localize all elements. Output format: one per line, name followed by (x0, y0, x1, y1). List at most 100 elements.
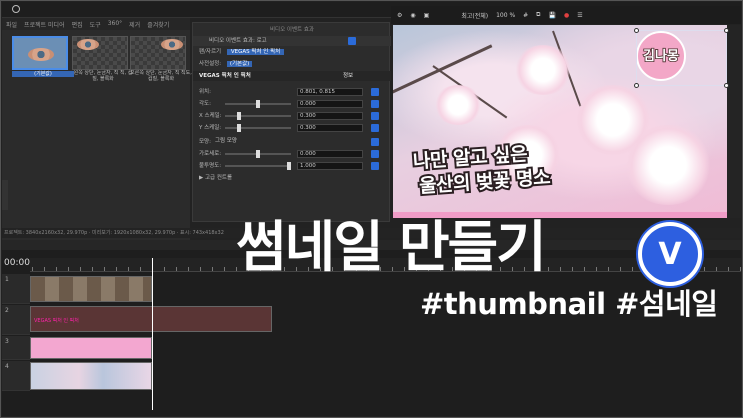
fx-toggle-icon[interactable] (348, 37, 356, 45)
save-icon[interactable]: 💾 (548, 12, 555, 19)
track-header[interactable]: 4 (2, 361, 30, 391)
timeline-clip-pip[interactable]: VEGAS 픽처 인 픽처 (30, 306, 272, 332)
param-value[interactable]: 0.000 (297, 100, 363, 108)
search-icon[interactable] (12, 5, 20, 13)
slider-knob[interactable] (256, 100, 260, 108)
settings-icon[interactable]: ⚙ (397, 12, 402, 19)
ruler-tick (608, 267, 609, 271)
preview-side (727, 25, 741, 218)
keyframe-icon[interactable] (371, 100, 379, 108)
plugin-header: VEGAS 픽처 인 픽처 정보 (193, 71, 391, 81)
ruler-tick (176, 267, 177, 271)
track-header[interactable]: 3 (2, 336, 30, 360)
fx-param-row: 불투명도: 1.000 (193, 161, 391, 171)
slider-knob[interactable] (237, 112, 242, 120)
grid-icon[interactable]: # (523, 12, 528, 19)
keyframe-icon[interactable] (371, 88, 379, 96)
ruler-tick (704, 267, 705, 271)
media-item[interactable]: 오른쪽 상단, 눈금자, 직 직도, 컵질, 블록화 (130, 36, 192, 82)
thumbnail-title: 썸네일 만들기 (236, 215, 547, 279)
media-caption: 오른쪽 상단, 눈금자, 직 직도, 컵질, 블록화 (130, 70, 192, 82)
advanced-label: 고급 컨트롤 (204, 175, 233, 181)
fx-param-row: 각도: 0.000 (193, 99, 391, 109)
param-label: X 스케일: (199, 113, 222, 119)
keyframe-icon[interactable] (371, 150, 379, 158)
tab-tools[interactable]: 도구 (90, 20, 101, 29)
record-icon[interactable]: ● (564, 12, 569, 19)
media-item[interactable]: 왼쪽 상단, 눈금자, 직 직, 컵질, 블록화 (72, 36, 134, 82)
ruler-tick (632, 267, 633, 271)
tab-360[interactable]: 360° (108, 20, 122, 28)
fx-icon[interactable]: ◉ (410, 12, 415, 19)
media-caption: (기본값) (12, 71, 74, 77)
param-slider[interactable] (225, 162, 291, 170)
zoom-select[interactable]: 100 % (496, 12, 515, 19)
media-thumbnail (130, 36, 186, 70)
timecode: 00:00 (4, 258, 30, 268)
fx-param-row: X 스케일: 0.300 (193, 111, 391, 121)
keyframe-icon[interactable] (371, 138, 379, 146)
fx-chain: 팬/자르기 VEGAS 픽처 인 픽처 (193, 47, 391, 57)
menu-icon[interactable]: ☰ (577, 12, 582, 19)
fx-param-row: 가로세로: 0.000 (193, 149, 391, 159)
param-value[interactable]: 0.801, 0.815 (297, 88, 363, 96)
tab-file[interactable]: 파일 (6, 20, 17, 29)
timeline-clip-logo[interactable] (30, 337, 152, 359)
video-fx-panel: 비디오 이벤트 효과 비디오 이벤트 효과: 로고 팬/자르기 VEGAS 픽처… (192, 22, 391, 222)
fx-window-title: 비디오 이벤트 효과 (270, 27, 314, 33)
about-link[interactable]: 정보 (343, 71, 353, 81)
param-value[interactable]: 1.000 (297, 162, 363, 170)
param-slider[interactable] (225, 112, 291, 120)
keyframe-icon[interactable] (371, 124, 379, 132)
ruler-tick (164, 267, 165, 271)
preset-select[interactable]: (기본값) (226, 61, 253, 67)
param-slider[interactable] (225, 150, 291, 158)
chain-item-pip[interactable]: VEGAS 픽처 인 픽처 (226, 49, 285, 55)
ruler-tick (68, 267, 69, 271)
ruler-tick (740, 267, 741, 271)
scrollbar[interactable] (2, 180, 8, 210)
playhead[interactable] (152, 258, 153, 410)
slider-knob[interactable] (237, 124, 242, 132)
param-slider[interactable] (225, 100, 291, 108)
slider-knob[interactable] (287, 162, 291, 170)
slider-knob[interactable] (256, 150, 260, 158)
param-label: 위치: (199, 89, 211, 95)
quality-select[interactable]: 최고(전체) (461, 11, 488, 20)
ruler-tick (32, 267, 33, 271)
track-header[interactable]: 1 (2, 274, 30, 304)
ruler-tick (572, 267, 573, 271)
param-value[interactable]: 0.300 (297, 124, 363, 132)
ruler-tick (80, 267, 81, 271)
param-value[interactable]: 0.000 (297, 150, 363, 158)
param-label: 불투명도: (199, 163, 222, 169)
preset-label: 사전설정: (199, 61, 222, 67)
plugin-name: VEGAS 픽처 인 픽처 (199, 73, 251, 79)
timeline-clip-video[interactable] (30, 362, 152, 390)
keyframe-icon[interactable] (371, 112, 379, 120)
param-value[interactable]: 0.300 (297, 112, 363, 120)
ruler-tick (728, 267, 729, 271)
tab-edit[interactable]: 편집 (72, 20, 83, 29)
param-value[interactable]: 그림 모양 (213, 138, 293, 146)
ruler-tick (188, 267, 189, 271)
logo-overlay: 김나몽 (636, 31, 686, 81)
tab-project-media[interactable]: 프로젝트 미디어 (24, 20, 65, 29)
param-slider[interactable] (225, 124, 291, 132)
copy-icon[interactable]: ⧉ (536, 11, 540, 19)
ruler-tick (716, 267, 717, 271)
logo-text: 김나몽 (642, 48, 679, 65)
ruler-tick (128, 267, 129, 271)
media-thumbnail (72, 36, 128, 70)
chain-item-pan-crop[interactable]: 팬/자르기 (199, 49, 221, 55)
media-item[interactable]: (기본값) (12, 36, 74, 77)
advanced-controls[interactable]: ▶ 고급 컨트롤 (193, 173, 391, 183)
tab-favorites[interactable]: 즐겨찾기 (147, 20, 169, 29)
timeline-clip-eyes[interactable] (30, 276, 152, 302)
ruler-tick (44, 267, 45, 271)
keyframe-icon[interactable] (371, 162, 379, 170)
split-icon[interactable]: ▣ (424, 12, 430, 19)
tab-remove[interactable]: 제거 (129, 20, 140, 29)
track-header[interactable]: 2 (2, 305, 30, 335)
hashtags: #thumbnail #섬네일 (420, 287, 718, 321)
